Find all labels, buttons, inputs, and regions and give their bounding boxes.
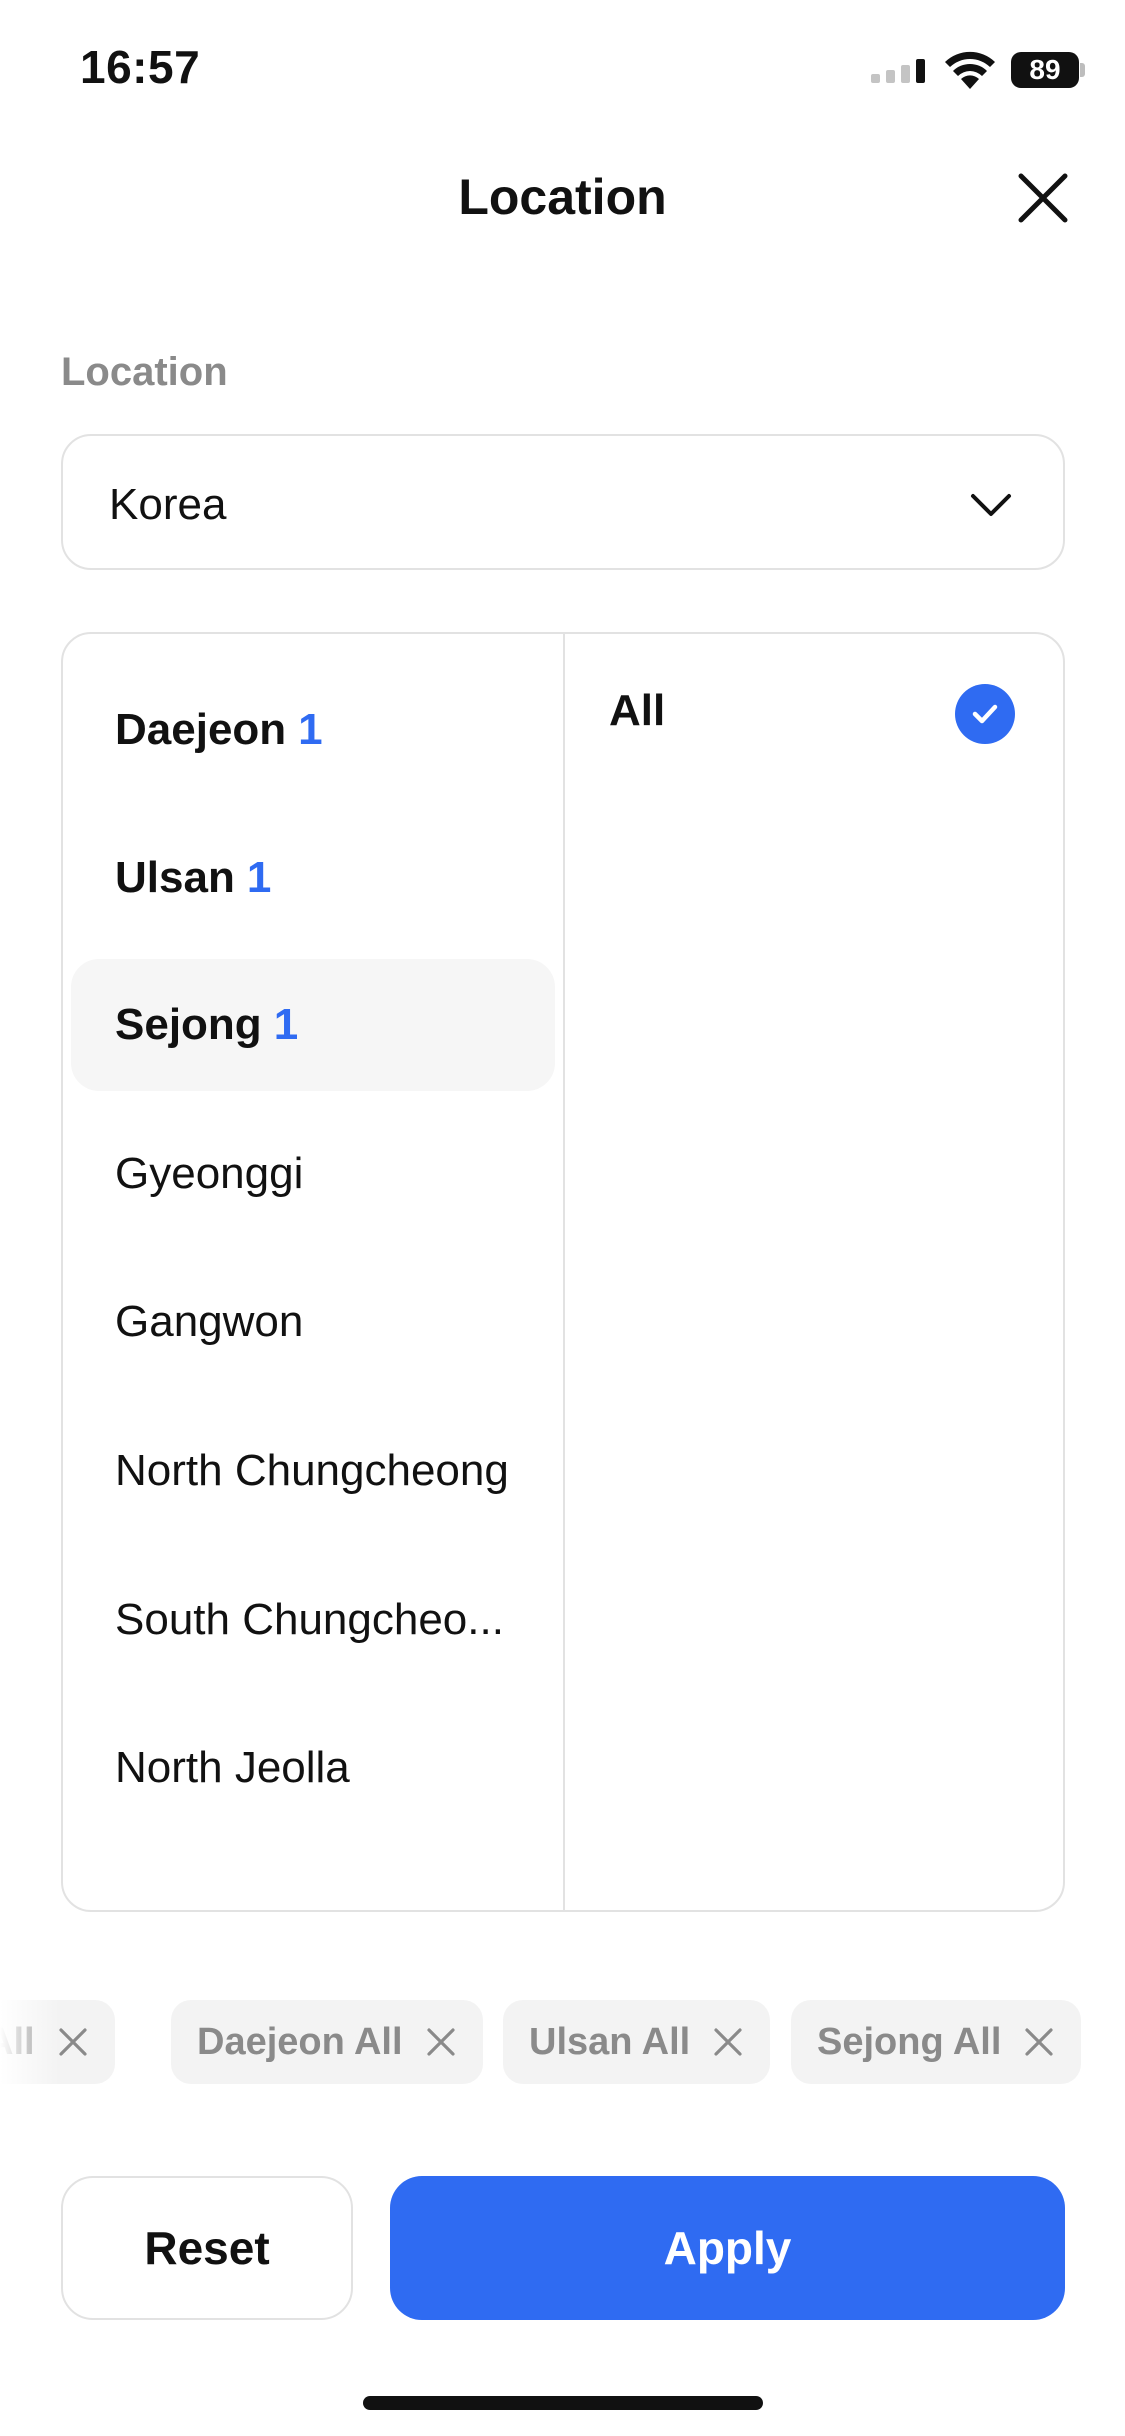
close-icon[interactable] (1023, 2026, 1055, 2058)
status-icons: 89 (871, 46, 1085, 94)
reset-button[interactable]: Reset (61, 2176, 353, 2320)
region-item-gyeonggi[interactable]: Gyeonggi (71, 1108, 555, 1240)
page-title: Location (458, 169, 667, 225)
battery-icon: 89 (1011, 52, 1085, 88)
signal-icon (871, 59, 925, 83)
battery-level: 89 (1011, 52, 1079, 88)
region-item-sejong[interactable]: Sejong 1 (71, 959, 555, 1091)
location-select[interactable]: Korea (61, 434, 1065, 570)
location-field-label: Location (61, 350, 228, 394)
region-item-ulsan[interactable]: Ulsan 1 (71, 812, 555, 944)
location-filter-screen: 16:57 89 Location Location Korea Daejeon… (0, 0, 1125, 2436)
close-button[interactable] (1015, 170, 1071, 226)
status-time: 16:57 (80, 41, 201, 93)
chip: Daejeon All (171, 2000, 483, 2084)
region-item-gangwon[interactable]: Gangwon (71, 1256, 555, 1388)
region-item-south-chungcheong[interactable]: South Chungcheo... (71, 1554, 555, 1686)
check-circle-icon (955, 684, 1015, 744)
chip-label: Sejong All (817, 2020, 1002, 2063)
close-icon[interactable] (57, 2026, 89, 2058)
sub-region-list: All (565, 634, 1063, 1910)
selected-chips: All Daejeon All Ulsan All Sejong All (0, 2000, 1125, 2084)
region-count: 1 (273, 1000, 299, 1049)
region-count: 1 (298, 705, 323, 754)
region-list: Daejeon 1 Ulsan 1 Sejong 1 Gyeonggi Gang… (63, 634, 563, 1910)
chip-label: All (0, 2020, 35, 2063)
close-icon[interactable] (712, 2026, 744, 2058)
region-panel: Daejeon 1 Ulsan 1 Sejong 1 Gyeonggi Gang… (61, 632, 1065, 1912)
region-item-north-chungcheong[interactable]: North Chungcheong (71, 1405, 555, 1537)
apply-button[interactable]: Apply (390, 2176, 1065, 2320)
close-icon[interactable] (425, 2026, 457, 2058)
location-select-value: Korea (109, 480, 227, 529)
chip-label: Daejeon All (197, 2020, 403, 2063)
region-count: 1 (246, 853, 272, 902)
chip: Sejong All (791, 2000, 1082, 2084)
chip: All (0, 2000, 115, 2084)
chevron-down-icon (971, 494, 1011, 516)
region-item-north-jeolla[interactable]: North Jeolla (71, 1702, 555, 1834)
chip-label: Ulsan All (529, 2020, 691, 2063)
chip: Ulsan All (503, 2000, 771, 2084)
sub-region-item-all[interactable]: All (565, 674, 1063, 754)
close-icon (1018, 173, 1068, 223)
home-indicator (363, 2396, 763, 2410)
region-item-daejeon[interactable]: Daejeon 1 (71, 664, 555, 796)
wifi-icon (945, 51, 995, 89)
